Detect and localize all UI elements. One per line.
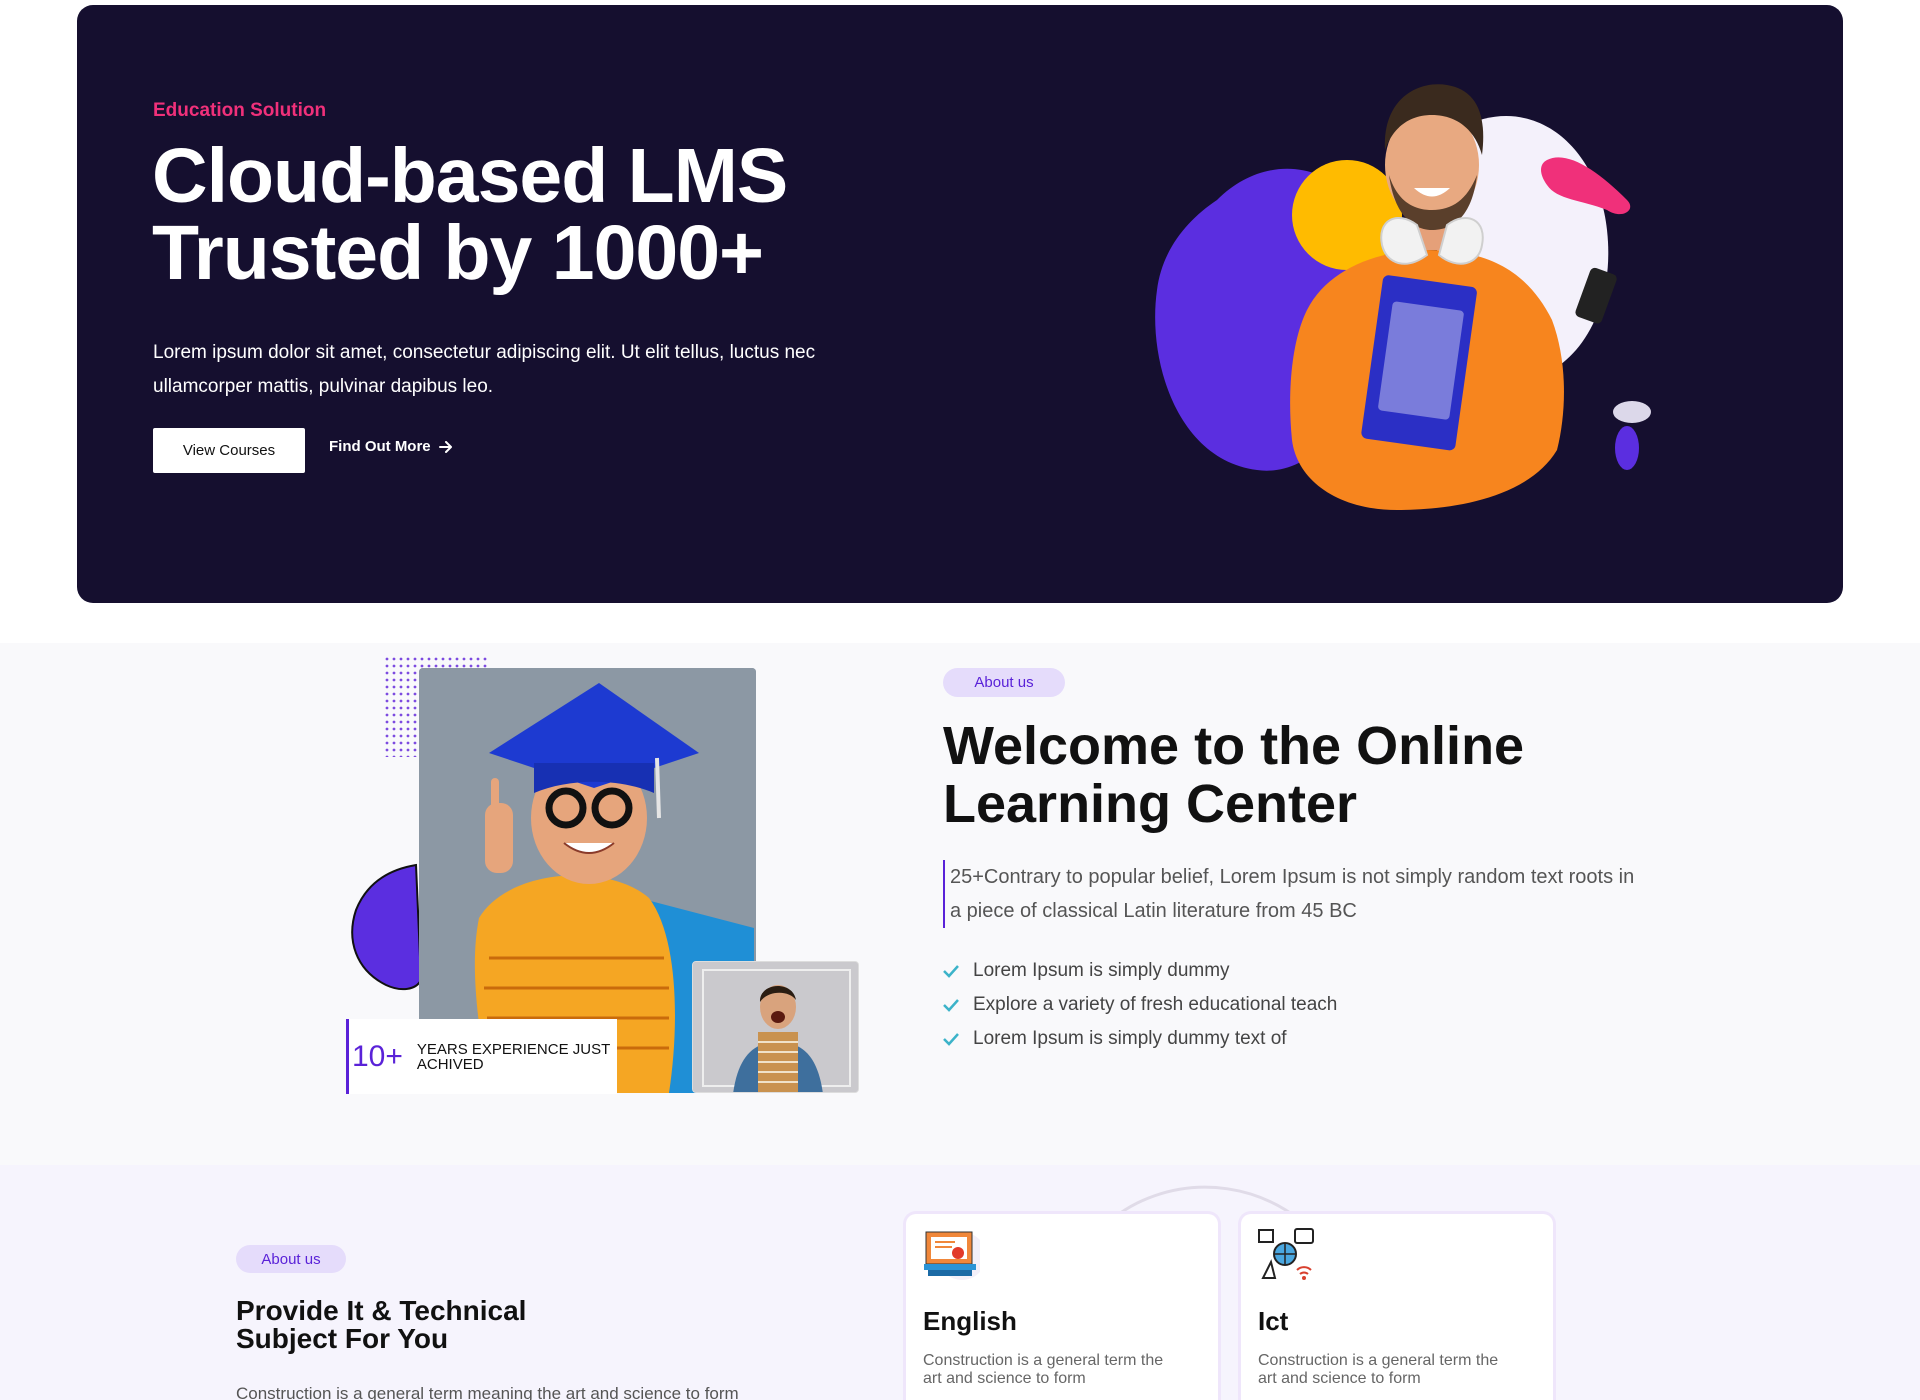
list-item: Lorem Ipsum is simply dummy text of — [943, 1022, 1337, 1056]
hero-eyebrow: Education Solution — [153, 100, 327, 121]
tassel — [655, 757, 661, 819]
arrow-right-icon — [438, 440, 452, 453]
find-out-more-link[interactable]: Find Out More — [329, 438, 453, 455]
subject-card-english[interactable]: English Construction is a general term t… — [906, 1214, 1218, 1400]
about-feature-list: Lorem Ipsum is simply dummy Explore a va… — [943, 954, 1337, 1056]
hero-title-line: Cloud-based LMS — [152, 133, 788, 219]
notebook-cover — [1378, 301, 1464, 420]
find-out-more-label: Find Out More — [329, 438, 431, 455]
hero-title: Cloud-based LMS Trusted by 1000+ — [152, 133, 788, 296]
raised-arm — [485, 803, 513, 873]
hero-student-illustration — [1155, 84, 1651, 510]
list-item: Explore a variety of fresh educational t… — [943, 988, 1337, 1022]
card-title: Ict — [1258, 1306, 1289, 1336]
view-courses-button[interactable]: View Courses — [153, 428, 305, 473]
pointing-finger — [491, 778, 499, 808]
experience-card: 10+ Years Experience Just Achived — [346, 1019, 617, 1094]
certificate-icon — [924, 1231, 980, 1280]
card-title: English — [923, 1306, 1017, 1336]
network-icon — [1258, 1228, 1314, 1280]
hero-title-line: Trusted by 1000+ — [152, 210, 764, 296]
list-item: Lorem Ipsum is simply dummy — [943, 954, 1337, 988]
purple-outline-blob — [351, 863, 423, 991]
subjects-title-line: Provide It & Technical — [236, 1295, 527, 1326]
hero-banner: Education Solution Cloud-based LMS Trust… — [77, 5, 1843, 603]
experience-number: 10+ — [352, 1039, 403, 1073]
subjects-badge: About us — [236, 1245, 346, 1273]
about-badge: About us — [943, 668, 1065, 697]
check-icon — [943, 999, 959, 1012]
about-quote: 25+Contrary to popular belief, Lorem Ips… — [943, 860, 1643, 928]
subjects-title: Provide It & Technical Subject For You — [236, 1297, 526, 1353]
small-purple-blob — [1615, 426, 1639, 470]
list-item-text: Lorem Ipsum is simply dummy text of — [973, 1028, 1287, 1049]
small-white-blob — [1613, 401, 1651, 423]
check-icon — [943, 1033, 959, 1046]
man-with-books-photo — [692, 961, 859, 1093]
about-title: Welcome to the Online Learning Center — [943, 717, 1524, 833]
subjects-description: Construction is a general term meaning t… — [236, 1384, 739, 1400]
open-mouth — [771, 1011, 785, 1023]
about-title-line: Welcome to the Online — [943, 716, 1525, 776]
card-text: Construction is a general term the art a… — [1258, 1352, 1499, 1387]
subject-card-ict[interactable]: Ict Construction is a general term the a… — [1241, 1214, 1553, 1400]
subjects-title-line: Subject For You — [236, 1323, 449, 1354]
man-books-illustration — [693, 962, 858, 1092]
experience-label: Years Experience Just Achived — [416, 1040, 611, 1073]
card-text: Construction is a general term the art a… — [923, 1352, 1164, 1387]
about-title-line: Learning Center — [943, 774, 1358, 834]
list-item-text: Lorem Ipsum is simply dummy — [973, 960, 1230, 981]
hero-description: Lorem ipsum dolor sit amet, consectetur … — [153, 342, 816, 397]
list-item-text: Explore a variety of fresh educational t… — [973, 994, 1338, 1015]
check-icon — [943, 965, 959, 978]
